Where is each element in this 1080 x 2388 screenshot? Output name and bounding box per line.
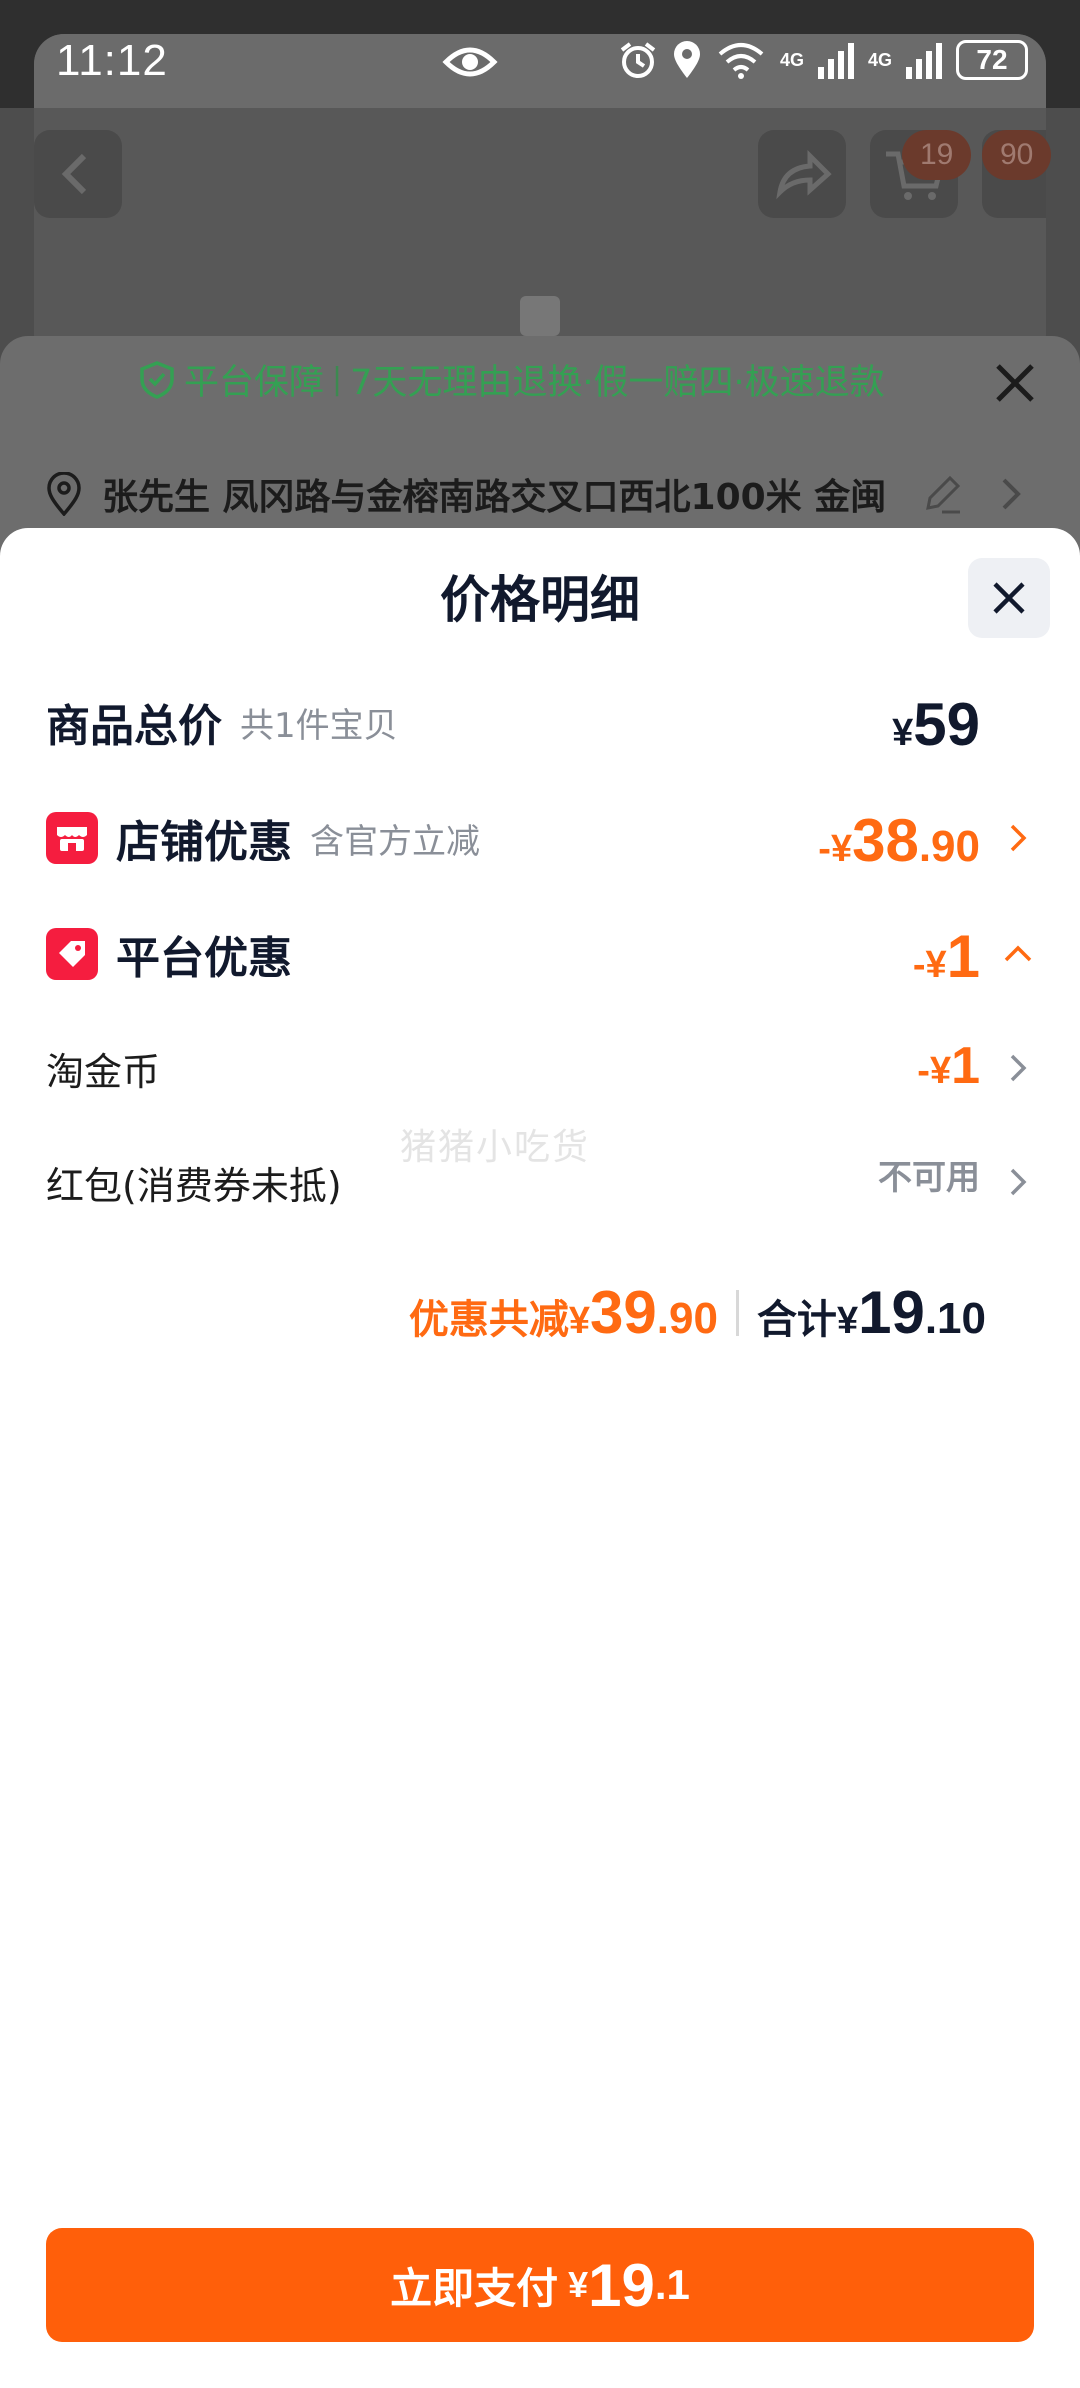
product-image bbox=[520, 296, 560, 336]
back-button bbox=[34, 130, 122, 218]
platform-discount-label: 平台优惠 bbox=[116, 933, 292, 984]
goods-total-amount: ¥ 59 bbox=[892, 682, 980, 762]
discount-total-int: 39 bbox=[590, 1279, 657, 1346]
store-discount-currency: ¥ bbox=[830, 828, 853, 870]
location-icon bbox=[673, 41, 700, 78]
goods-total-label: 商品总价 bbox=[46, 701, 222, 752]
grand-total-int: 19 bbox=[858, 1279, 925, 1346]
goods-total-currency: ¥ bbox=[892, 712, 914, 754]
network-label-1: 4G bbox=[779, 49, 804, 70]
eye-icon bbox=[442, 47, 498, 77]
discount-total-currency: ¥ bbox=[568, 1300, 591, 1342]
red-packet-label: 红包(消费券未抵) bbox=[46, 1163, 342, 1208]
grand-total-currency: ¥ bbox=[836, 1300, 859, 1342]
red-packet-status: 不可用 bbox=[878, 1159, 980, 1197]
taojinbi-prefix: - bbox=[917, 1050, 930, 1092]
taojinbi-amount: - ¥ 1 bbox=[917, 1028, 980, 1108]
summary-divider bbox=[735, 1289, 739, 1336]
wifi-icon bbox=[718, 43, 764, 79]
status-bar: 11:12 4G 4G 72 bbox=[34, 34, 1046, 108]
pay-now-label: 立即支付 bbox=[390, 2263, 559, 2313]
network-label-2: 4G bbox=[867, 49, 892, 70]
guarantee-title: 平台保障 bbox=[184, 363, 325, 403]
taojinbi-currency: ¥ bbox=[929, 1050, 952, 1092]
location-pin-icon bbox=[47, 472, 81, 516]
tag-icon bbox=[46, 928, 98, 980]
shield-check-icon bbox=[140, 360, 174, 399]
close-icon bbox=[993, 582, 1025, 614]
guarantee-terms: 7天无理由退换·假一赔四·极速退款 bbox=[350, 363, 885, 403]
chevron-right-icon bbox=[1010, 1168, 1027, 1196]
pay-now-int: 19 bbox=[588, 2251, 655, 2319]
share-icon bbox=[776, 149, 832, 200]
taojinbi-int: 1 bbox=[951, 1037, 980, 1095]
chevron-up-icon bbox=[1004, 945, 1032, 962]
goods-total-int: 59 bbox=[913, 691, 980, 758]
status-time: 11:12 bbox=[56, 36, 168, 85]
alarm-icon bbox=[620, 42, 656, 78]
pay-now-button[interactable]: 立即支付 ¥ 19 .1 bbox=[46, 2228, 1034, 2342]
store-discount-amount: - ¥ 38 .90 bbox=[818, 798, 980, 878]
store-discount-label: 店铺优惠 bbox=[116, 817, 292, 868]
store-icon bbox=[46, 812, 98, 864]
guarantee-divider: | bbox=[332, 362, 343, 397]
price-summary: 优惠共减 ¥ 39 .90 合计 ¥ 19 .10 bbox=[409, 1278, 986, 1347]
more-badge: 90 bbox=[982, 130, 1052, 180]
grand-total-label: 合计 bbox=[756, 1297, 837, 1343]
row-platform-discount[interactable]: 平台优惠 - ¥ 1 bbox=[46, 914, 1036, 994]
address-text: 张先生 凤冈路与金榕南路交叉口西北100米 金闽 bbox=[102, 477, 887, 518]
cart-badge: 19 bbox=[902, 130, 972, 180]
row-store-discount[interactable]: 店铺优惠 含官方立减 - ¥ 38 .90 bbox=[46, 798, 1036, 878]
battery-indicator: 72 bbox=[956, 40, 1028, 80]
signal-icon-2 bbox=[906, 43, 942, 79]
discount-total-dec: .90 bbox=[656, 1294, 718, 1343]
sheet-title: 价格明细 bbox=[440, 571, 640, 629]
watermark: 猪猪小吃货 bbox=[400, 1127, 591, 1168]
chevron-right-icon bbox=[1002, 478, 1021, 510]
taojinbi-label: 淘金币 bbox=[46, 1049, 161, 1094]
store-discount-prefix: - bbox=[818, 828, 831, 870]
signal-icon-1 bbox=[817, 43, 854, 79]
chevron-right-icon bbox=[1010, 1054, 1027, 1082]
back-arrow-icon bbox=[61, 153, 87, 195]
store-discount-note: 含官方立减 bbox=[310, 821, 480, 862]
goods-total-count: 共1件宝贝 bbox=[240, 705, 398, 746]
edit-icon bbox=[926, 475, 961, 514]
platform-discount-currency: ¥ bbox=[925, 944, 947, 986]
pay-now-dec: .1 bbox=[654, 2261, 690, 2308]
pay-now-currency: ¥ bbox=[568, 2264, 589, 2305]
store-discount-dec: .90 bbox=[918, 822, 980, 871]
platform-discount-prefix: - bbox=[912, 944, 926, 986]
close-button[interactable] bbox=[968, 558, 1050, 638]
price-detail-sheet: 价格明细 商品总价 共1件宝贝 ¥ 59 店铺优惠 含官方立减 - ¥ 38 .… bbox=[0, 528, 1080, 2388]
store-discount-int: 38 bbox=[852, 807, 919, 874]
platform-guarantee: 平台保障 | 7天无理由退换·假一赔四·极速退款 bbox=[140, 354, 885, 405]
chevron-right-icon bbox=[1010, 824, 1027, 852]
discount-total-label: 优惠共减 bbox=[408, 1297, 569, 1343]
grand-total-dec: .10 bbox=[924, 1294, 986, 1343]
row-goods-total: 商品总价 共1件宝贝 ¥ 59 bbox=[46, 682, 1036, 762]
close-icon bbox=[996, 364, 1034, 402]
row-taojinbi[interactable]: 淘金币 - ¥ 1 bbox=[46, 1028, 1036, 1108]
status-indicators: 4G 4G 72 bbox=[618, 40, 1028, 80]
delivery-address: 张先生 凤冈路与金榕南路交叉口西北100米 金闽 bbox=[46, 468, 886, 520]
platform-discount-amount: - ¥ 1 bbox=[913, 914, 980, 994]
share-button bbox=[758, 130, 846, 218]
platform-discount-int: 1 bbox=[946, 923, 980, 990]
